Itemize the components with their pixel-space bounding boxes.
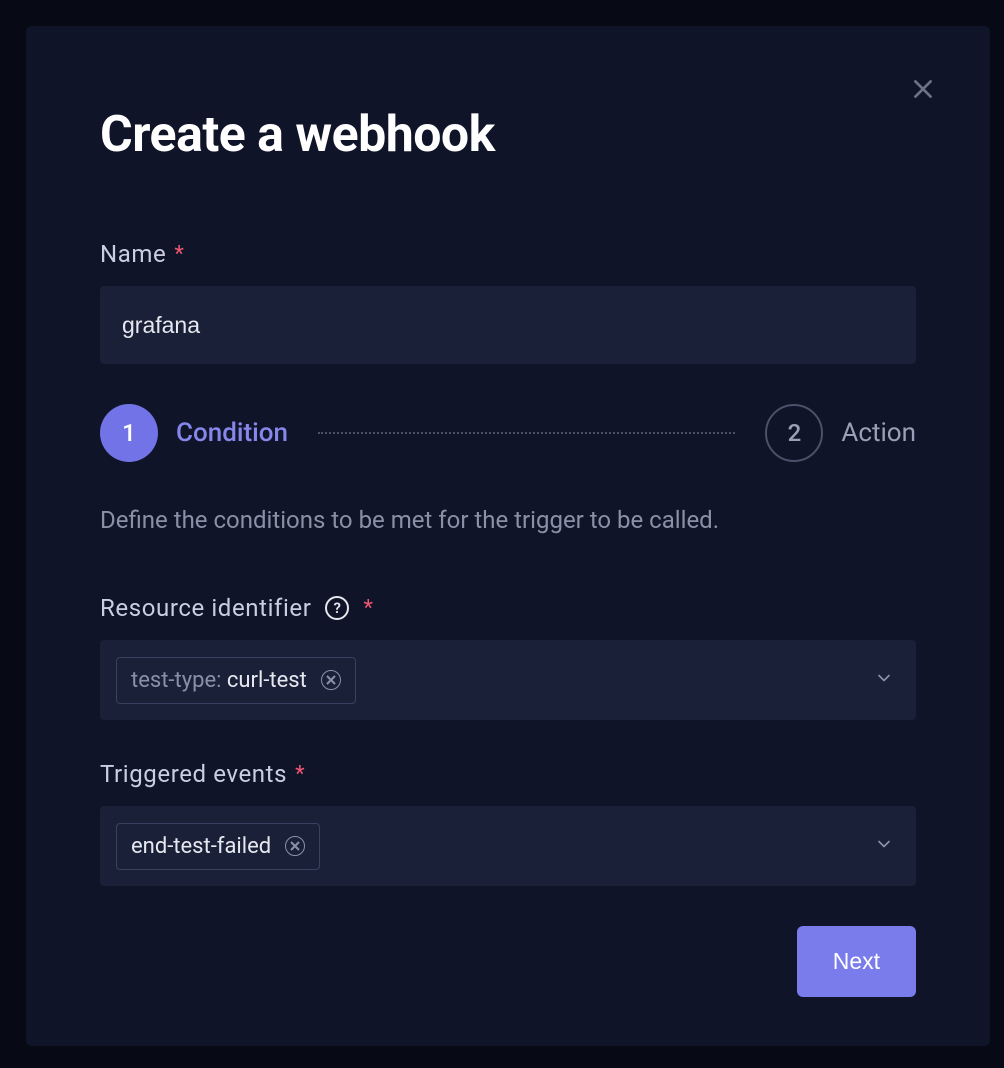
name-label-text: Name (100, 240, 166, 268)
resource-label-text: Resource identifier (100, 594, 311, 622)
required-asterisk: * (174, 242, 184, 267)
step-description: Define the conditions to be met for the … (100, 502, 916, 538)
resource-tag: test-type: curl-test (116, 657, 356, 704)
close-button[interactable] (910, 76, 936, 102)
step-1-label: Condition (176, 418, 288, 448)
resource-label: Resource identifier ? * (100, 594, 916, 622)
events-label-text: Triggered events (100, 760, 287, 788)
triggered-events-select[interactable]: end-test-failed (100, 806, 916, 886)
resource-identifier-select[interactable]: test-type: curl-test (100, 640, 916, 720)
modal-footer: Next (100, 926, 916, 997)
resource-field-block: Resource identifier ? * test-type: curl-… (100, 594, 916, 720)
create-webhook-modal: Create a webhook Name * 1 Condition 2 Act… (26, 26, 990, 1046)
close-icon (326, 675, 336, 685)
event-tag-remove[interactable] (285, 836, 305, 856)
name-field-block: Name * (100, 240, 916, 364)
name-label: Name * (100, 240, 916, 268)
close-icon (910, 76, 936, 102)
resource-tag-remove[interactable] (321, 670, 341, 690)
step-action[interactable]: 2 Action (765, 404, 916, 462)
close-icon (290, 841, 300, 851)
events-label: Triggered events * (100, 760, 916, 788)
chevron-down-icon (874, 834, 894, 858)
modal-title: Create a webhook (100, 106, 916, 164)
next-button[interactable]: Next (797, 926, 916, 997)
event-tag-value: end-test-failed (131, 834, 271, 859)
wizard-stepper: 1 Condition 2 Action (100, 404, 916, 462)
required-asterisk: * (363, 596, 373, 621)
required-asterisk: * (295, 762, 305, 787)
step-2-label: Action (841, 418, 916, 448)
event-tag: end-test-failed (116, 823, 320, 870)
events-field-block: Triggered events * end-test-failed (100, 760, 916, 886)
resource-tag-value: curl-test (227, 668, 307, 693)
resource-tag-key: test-type: (131, 668, 227, 693)
name-input[interactable] (100, 286, 916, 364)
help-icon[interactable]: ? (325, 596, 349, 620)
step-condition[interactable]: 1 Condition (100, 404, 288, 462)
step-1-number: 1 (100, 404, 158, 462)
step-2-number: 2 (765, 404, 823, 462)
chevron-down-icon (874, 668, 894, 692)
step-divider (318, 432, 735, 434)
